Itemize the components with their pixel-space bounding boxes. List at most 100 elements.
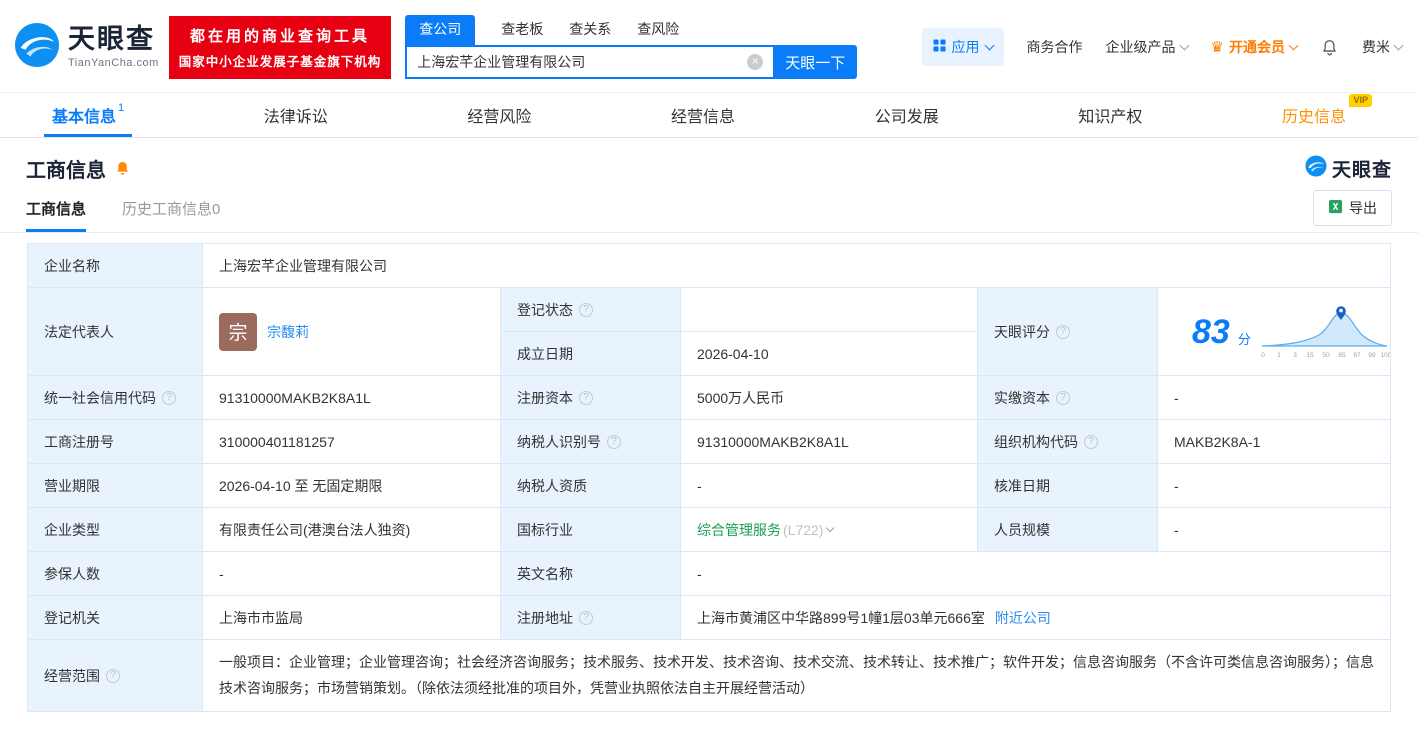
label-english-name: 英文名称 [501, 552, 681, 596]
value-legal-representative: 宗 宗馥莉 [203, 288, 501, 376]
search-tab-boss[interactable]: 查老板 [501, 15, 543, 45]
export-button[interactable]: 导出 [1313, 190, 1392, 226]
tab-legal-proceedings[interactable]: 法律诉讼 [256, 93, 336, 137]
search-button[interactable]: 天眼一下 [773, 45, 858, 79]
tab-risk-label: 经营风险 [467, 109, 532, 126]
nav-open-vip[interactable]: ♛ 开通会员 [1210, 37, 1299, 57]
tab-operating-risk[interactable]: 经营风险 [459, 93, 539, 137]
top-bar: 天眼查 TianYanCha.com 都在用的商业查询工具 国家中小企业发展子基… [0, 0, 1418, 92]
chevron-down-icon [1393, 40, 1404, 50]
subtab-business-info[interactable]: 工商信息 [26, 198, 87, 232]
svg-text:1: 1 [1277, 352, 1281, 359]
label-credit-code: 统一社会信用代码? [28, 376, 203, 420]
value-approval-date: - [1158, 464, 1391, 508]
help-icon[interactable]: ? [579, 302, 593, 317]
value-industry[interactable]: 综合管理服务 (L722) [681, 508, 978, 552]
svg-text:50: 50 [1322, 352, 1330, 359]
notification-bell-icon[interactable] [1320, 38, 1339, 57]
registered-address-text: 上海市黄浦区中华路899号1幢1层03单元666室 [697, 609, 985, 626]
chevron-down-icon [1288, 40, 1299, 50]
label-company-name: 企业名称 [28, 244, 203, 288]
tianyancha-logo[interactable]: 天眼查 TianYanCha.com [14, 22, 159, 73]
nav-cooperation-label: 商务合作 [1026, 39, 1083, 55]
label-industry: 国标行业 [501, 508, 681, 552]
tab-basic-info[interactable]: 基本信息 1 [44, 93, 132, 137]
nav-business-cooperation[interactable]: 商务合作 [1027, 37, 1083, 57]
help-icon[interactable]: ? [162, 390, 176, 405]
value-taxpayer-id: 91310000MAKB2K8A1L [681, 420, 978, 464]
company-tabs: 基本信息 1 法律诉讼 经营风险 经营信息 公司发展 知识产权 历史信息 VIP [0, 92, 1418, 138]
tab-intellectual-property[interactable]: 知识产权 [1070, 93, 1150, 137]
label-business-term: 营业期限 [28, 464, 203, 508]
business-info-table: 企业名称 上海宏芊企业管理有限公司 法定代表人 宗 宗馥莉 登记状态? 天眼评分… [27, 243, 1391, 712]
value-registered-capital: 5000万人民币 [681, 376, 978, 420]
tab-history-label: 历史信息 [1281, 109, 1346, 126]
value-taxpayer-quality: - [681, 464, 978, 508]
nav-user-menu[interactable]: 费米 [1362, 37, 1404, 57]
label-registration-number: 工商注册号 [28, 420, 203, 464]
chevron-down-icon [984, 40, 994, 50]
tab-company-development[interactable]: 公司发展 [867, 93, 947, 137]
nearby-companies-link[interactable]: 附近公司 [995, 608, 1051, 628]
logo-brand: 天眼查 [68, 23, 155, 54]
label-registered-address: 注册地址? [501, 596, 681, 640]
help-icon[interactable]: ? [106, 668, 120, 683]
tianyancha-watermark: 天眼查 [1305, 155, 1392, 182]
legal-rep-link[interactable]: 宗馥莉 [267, 322, 309, 342]
legal-rep-avatar[interactable]: 宗 [219, 312, 257, 351]
label-business-scope: 经营范围? [28, 640, 203, 712]
tab-operating-info[interactable]: 经营信息 [663, 93, 743, 137]
tab-history-info[interactable]: 历史信息 VIP [1274, 93, 1372, 137]
help-icon[interactable]: ? [579, 610, 593, 625]
logo-domain: TianYanCha.com [68, 56, 159, 69]
help-icon[interactable]: ? [1084, 434, 1098, 449]
search-input[interactable] [405, 45, 774, 79]
svg-text:97: 97 [1353, 352, 1361, 359]
apps-menu[interactable]: 应用 [921, 28, 1004, 66]
value-credit-code: 91310000MAKB2K8A1L [203, 376, 501, 420]
section-title: 工商信息 [26, 160, 106, 182]
nav-user-label: 费米 [1362, 39, 1390, 55]
search-tabs: 查公司 查老板 查关系 查风险 [405, 15, 857, 45]
tab-legal-label: 法律诉讼 [263, 109, 328, 126]
apps-label: 应用 [951, 39, 980, 55]
search-area: 查公司 查老板 查关系 查风险 × 天眼一下 [405, 15, 858, 79]
subscribe-bell-icon[interactable] [114, 160, 131, 177]
svg-text:99: 99 [1368, 352, 1376, 359]
label-staff-size: 人员规模 [978, 508, 1158, 552]
search-tab-relation[interactable]: 查关系 [569, 15, 611, 45]
value-insured-count: - [203, 552, 501, 596]
help-icon[interactable]: ? [1056, 324, 1070, 339]
value-registered-address: 上海市黄浦区中华路899号1幢1层03单元666室 附近公司 [681, 596, 1391, 640]
label-insured-count: 参保人数 [28, 552, 203, 596]
help-icon[interactable]: ? [579, 390, 593, 405]
crown-icon: ♛ [1210, 38, 1224, 56]
subtab-history-business-info[interactable]: 历史工商信息0 [122, 198, 220, 232]
help-icon[interactable]: ? [1056, 390, 1070, 405]
label-approval-date: 核准日期 [978, 464, 1158, 508]
nav-enterprise-products[interactable]: 企业级产品 [1106, 37, 1189, 57]
value-company-type: 有限责任公司(港澳台法人独资) [203, 508, 501, 552]
chevron-down-icon[interactable] [826, 523, 835, 533]
score-unit: 分 [1237, 332, 1251, 347]
industry-code: (L722) [783, 521, 824, 538]
value-establish-date: 2026-04-10 [681, 332, 978, 376]
apps-grid-icon [933, 39, 946, 55]
slogan-banner: 都在用的商业查询工具 国家中小企业发展子基金旗下机构 [168, 15, 392, 79]
business-info-subtabs: 工商信息 历史工商信息0 导出 [0, 190, 1418, 233]
search-tab-company[interactable]: 查公司 [405, 15, 476, 45]
help-icon[interactable]: ? [607, 434, 621, 449]
top-nav: 应用 商务合作 企业级产品 ♛ 开通会员 费米 [921, 28, 1404, 66]
watermark-logo-icon [1305, 155, 1327, 182]
value-business-scope: 一般项目：企业管理；企业管理咨询；社会经济咨询服务；技术服务、技术开发、技术咨询… [203, 640, 1391, 712]
label-paid-capital: 实缴资本? [978, 376, 1158, 420]
value-company-name: 上海宏芊企业管理有限公司 [203, 244, 1391, 288]
value-registration-authority: 上海市市监局 [203, 596, 501, 640]
vip-badge: VIP [1349, 94, 1372, 107]
label-registration-status: 登记状态? [501, 288, 681, 332]
value-english-name: - [681, 552, 1391, 596]
svg-text:85: 85 [1338, 352, 1346, 359]
search-tab-risk[interactable]: 查风险 [637, 15, 679, 45]
clear-search-icon[interactable]: × [747, 54, 764, 70]
value-tianyan-score[interactable]: 83 分 0 1 3 15 50 85 97 99 100 [1158, 288, 1391, 376]
